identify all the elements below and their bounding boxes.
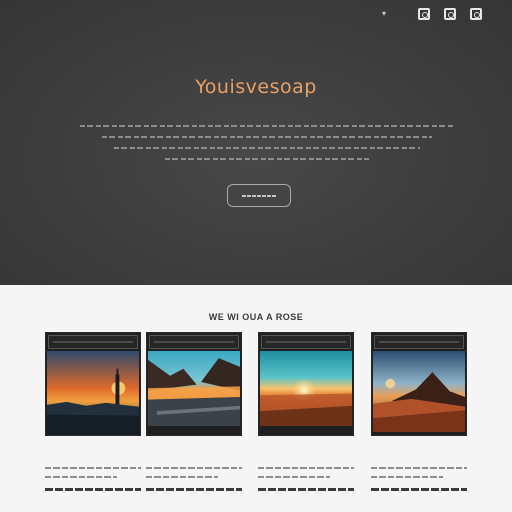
card-image-frame[interactable] xyxy=(146,332,242,436)
gallery-card[interactable] xyxy=(371,332,467,491)
card-image-frame[interactable] xyxy=(45,332,141,436)
card-link[interactable] xyxy=(258,488,354,491)
card-photo-city-sunset xyxy=(47,351,139,435)
card-toolbar xyxy=(149,335,239,349)
card-title xyxy=(258,450,354,460)
card-photo-mountain-lake xyxy=(148,351,240,427)
top-nav: ▾ xyxy=(378,7,482,21)
gallery-title: WE WI OUA A ROSE xyxy=(208,312,304,322)
card-text-line xyxy=(371,467,467,469)
gallery-card[interactable] xyxy=(258,332,354,491)
card-link[interactable] xyxy=(146,488,242,491)
description-line xyxy=(114,147,420,149)
document-icon[interactable] xyxy=(470,8,482,20)
card-text-line xyxy=(45,476,117,478)
hero-cta-text-placeholder xyxy=(242,194,276,197)
image-icon[interactable] xyxy=(444,8,456,20)
card-title xyxy=(146,450,242,460)
card-link[interactable] xyxy=(371,488,467,491)
card-text-line xyxy=(258,467,354,469)
card-text-line xyxy=(146,467,242,469)
camera-icon[interactable] xyxy=(418,8,430,20)
card-image-frame[interactable] xyxy=(258,332,354,436)
card-text-line xyxy=(258,476,330,478)
card-title xyxy=(371,450,467,460)
card-text-line xyxy=(146,476,218,478)
hero-description xyxy=(78,125,456,169)
card-title xyxy=(45,450,141,460)
description-line xyxy=(102,136,432,138)
card-toolbar xyxy=(374,335,464,349)
card-link[interactable] xyxy=(45,488,141,491)
chevron-down-icon[interactable]: ▾ xyxy=(378,7,390,21)
hero-cta-button[interactable] xyxy=(227,184,291,207)
description-line xyxy=(80,125,454,127)
card-photo-desert-mountain xyxy=(373,351,465,433)
card-text-line xyxy=(371,476,443,478)
card-image-frame[interactable] xyxy=(371,332,467,436)
card-text-line xyxy=(45,467,141,469)
hero-section: ▾ Youisvesoap xyxy=(0,0,512,285)
card-photo-sea-sunset xyxy=(260,351,352,427)
gallery-card[interactable] xyxy=(146,332,242,491)
hero-title: Youisvesoap xyxy=(195,76,317,98)
card-toolbar xyxy=(48,335,138,349)
card-toolbar xyxy=(261,335,351,349)
description-line xyxy=(165,158,369,160)
gallery-card[interactable] xyxy=(45,332,141,491)
